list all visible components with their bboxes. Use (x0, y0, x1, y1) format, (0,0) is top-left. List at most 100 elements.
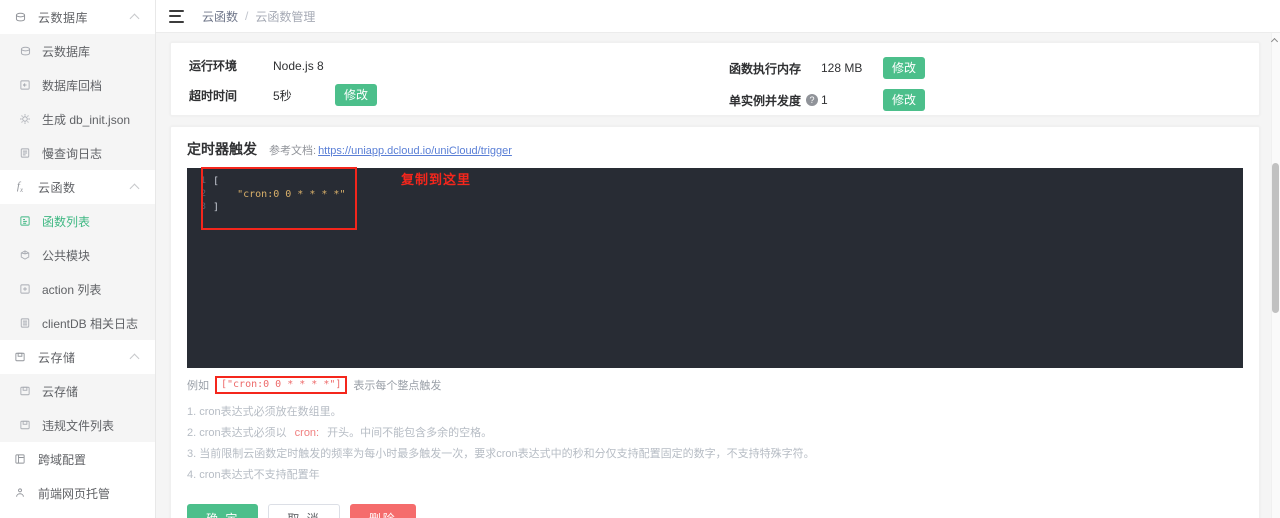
sidebar-item-label: 公共模块 (42, 248, 91, 263)
sidebar-item-1-1[interactable]: 公共模块 (0, 238, 155, 272)
breadcrumb-separator: / (245, 9, 249, 23)
concurrency-value: 1 (821, 93, 828, 107)
sidebar-subgroup-0: 云数据库数据库回档生成 db_init.json 慢查询日志 (0, 34, 155, 170)
sidebar-subgroup-1: 函数列表公共模块 action 列表 clientDB 相关日志 (0, 204, 155, 340)
hosting-icon (12, 485, 28, 501)
cron-note-3: 3. 当前限制云函数定时触发的频率为每小时最多触发一次，要求cron表达式中的秒… (187, 444, 1243, 465)
code-line: ] (213, 202, 220, 213)
sidebar-item-label: 数据库回档 (42, 78, 103, 93)
vertical-scrollbar[interactable] (1271, 33, 1280, 518)
sidebar-item-label: 生成 db_init.json (42, 112, 131, 127)
action-icon (18, 282, 32, 296)
edit-concurrency-button[interactable]: 修改 (883, 89, 926, 111)
storage-icon (18, 384, 32, 398)
delete-button[interactable]: 删除 (349, 504, 416, 518)
note-index: 4. (187, 469, 197, 481)
database-icon (12, 9, 28, 25)
cron-note-2: 2. cron表达式必须以 cron: 开头。中间不能包含多余的空格。 (187, 423, 1243, 444)
line-number: 2 (200, 189, 206, 199)
chevron-up-icon[interactable] (131, 352, 141, 362)
edit-timeout-button[interactable]: 修改 (335, 84, 378, 106)
note-text: 当前限制云函数定时触发的频率为每小时最多触发一次，要求cron表达式中的秒和分仅… (199, 448, 815, 460)
cancel-button[interactable]: 取 消 (268, 504, 340, 518)
sidebar-group-2[interactable]: 云存储 (0, 340, 155, 374)
breadcrumb-item-current: 云函数管理 (255, 9, 316, 24)
sidebar-item-label: action 列表 (42, 282, 102, 297)
info-column-left: 运行环境 Node.js 8 超时时间 5秒 修改 (189, 57, 729, 106)
chevron-up-icon[interactable] (131, 12, 141, 22)
sidebar-flat-item-0[interactable]: 跨域配置 (0, 442, 155, 476)
sidebar-item-0-1[interactable]: 数据库回档 (0, 68, 155, 102)
scrollbar-thumb[interactable] (1272, 163, 1279, 313)
sidebar-item-1-2[interactable]: action 列表 (0, 272, 155, 306)
runtime-label: 运行环境 (189, 59, 238, 73)
sidebar-group-label: 云函数 (38, 180, 76, 195)
sidebar-flat-item-1[interactable]: 前端网页托管 (0, 476, 155, 510)
note-keyword: cron: (294, 427, 320, 439)
scroll-up-arrow-icon[interactable] (1272, 37, 1279, 44)
editor-line-numbers: 1 2 3 (187, 168, 209, 368)
timeout-value: 5秒 (273, 88, 292, 103)
note-index: 3. (187, 448, 197, 460)
concurrency-label: 单实例并发度 ? (729, 92, 821, 109)
sidebar-item-2-0[interactable]: 云存储 (0, 374, 155, 408)
note-text-after: 开头。中间不能包含多余的空格。 (327, 427, 493, 439)
sidebar-item-0-0[interactable]: 云数据库 (0, 34, 155, 68)
trigger-doc-link[interactable]: https://uniapp.dcloud.io/uniCloud/trigge… (318, 145, 512, 157)
help-icon[interactable]: ? (806, 94, 819, 106)
sidebar-flat-item-label: 跨域配置 (38, 452, 87, 467)
sidebar-item-label: 云数据库 (42, 44, 91, 59)
hint-prefix: 例如 (187, 380, 209, 392)
log-icon (18, 146, 32, 160)
cors-icon (12, 451, 28, 467)
cron-editor-wrapper: 1 2 3 [ "cron:0 0 * * * *"] 复制到这里 (187, 167, 1243, 368)
sidebar-item-0-2[interactable]: 生成 db_init.json (0, 102, 155, 136)
sidebar-group-label: 云存储 (38, 350, 76, 365)
sidebar-item-2-1[interactable]: 违规文件列表 (0, 408, 155, 442)
sidebar-group-1[interactable]: fx 云函数 (0, 170, 155, 204)
info-column-right: 函数执行内存 128 MB 修改 单实例并发度 ? 1 修改 (729, 57, 926, 111)
cron-note-1: 1. cron表达式必须放在数组里。 (187, 402, 1243, 423)
cron-notes-list: 1. cron表达式必须放在数组里。 2. cron表达式必须以 cron: 开头。中… (187, 402, 1243, 486)
page-content: 运行环境 Node.js 8 超时时间 5秒 修改 函数执行内存 128 MB … (156, 33, 1280, 518)
module-icon (18, 248, 32, 262)
info-row-memory: 函数执行内存 128 MB 修改 (729, 57, 926, 79)
sidebar-subgroup-2: 云存储 违规文件列表 (0, 374, 155, 442)
cron-code-editor[interactable]: 1 2 3 [ "cron:0 0 * * * *"] (187, 168, 1243, 368)
sidebar-group-0[interactable]: 云数据库 (0, 0, 155, 34)
sidebar-item-0-3[interactable]: 慢查询日志 (0, 136, 155, 170)
fx-icon: fx (16, 179, 24, 195)
trigger-title: 定时器触发 (187, 141, 257, 157)
code-line: "cron:0 0 * * * *" (237, 189, 346, 200)
sidebar-item-label: clientDB 相关日志 (42, 316, 139, 331)
note-text: cron表达式必须放在数组里。 (199, 406, 342, 418)
sidebar-item-label: 慢查询日志 (42, 146, 103, 161)
info-row-timeout: 超时时间 5秒 修改 (189, 84, 729, 106)
edit-memory-button[interactable]: 修改 (883, 57, 926, 79)
function-list-icon (18, 214, 32, 228)
concurrency-label-text: 单实例并发度 (729, 93, 802, 108)
timeout-label: 超时时间 (189, 88, 238, 103)
trigger-doc-label: 参考文档: (269, 145, 317, 157)
chevron-up-icon[interactable] (131, 182, 141, 192)
generate-icon (18, 112, 32, 126)
sidebar-item-1-3[interactable]: clientDB 相关日志 (0, 306, 155, 340)
sidebar-item-1-0[interactable]: 函数列表 (0, 204, 155, 238)
note-index: 2. (187, 427, 197, 439)
form-actions: 确 定 取 消 删除 (187, 504, 1243, 518)
rollback-icon (18, 78, 32, 92)
memory-value: 128 MB (821, 61, 863, 75)
sidebar-item-label: 函数列表 (42, 214, 91, 229)
hamburger-icon[interactable] (169, 9, 184, 23)
breadcrumb-item-root[interactable]: 云函数 (202, 8, 238, 25)
topbar: 云函数 / 云函数管理 (156, 0, 1280, 33)
illegal-file-icon (18, 418, 32, 432)
confirm-button[interactable]: 确 定 (187, 504, 259, 518)
code-line: [ (213, 176, 220, 187)
sidebar: 云数据库 云数据库 数据库回档 生成 db_init.json 慢查询日志 fx 云函数 函数… (0, 0, 156, 518)
editor-code-content: [ "cron:0 0 * * * *"] (213, 175, 345, 214)
annotation-copy-here: 复制到这里 (401, 172, 472, 187)
sidebar-flat-item-label: 前端网页托管 (38, 486, 111, 501)
hint-suffix: 表示每个整点触发 (353, 380, 442, 392)
note-text: cron表达式不支持配置年 (199, 469, 320, 481)
